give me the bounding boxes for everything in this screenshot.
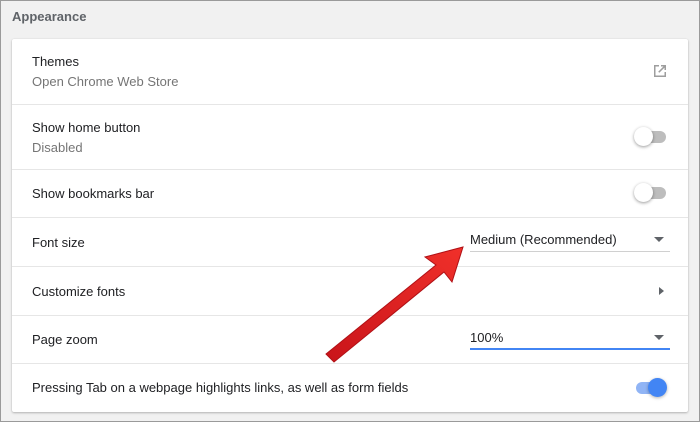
select-underline [470, 251, 670, 252]
toggle-knob [634, 127, 653, 146]
home-button-row: Show home button Disabled [12, 104, 688, 169]
section-title: Appearance [12, 9, 87, 24]
bookmarks-bar-label: Show bookmarks bar [32, 186, 155, 201]
font-size-value: Medium (Recommended) [470, 232, 617, 247]
bookmarks-bar-toggle[interactable] [634, 183, 666, 202]
bookmarks-bar-row: Show bookmarks bar [12, 169, 688, 217]
font-size-label: Font size [32, 235, 85, 250]
chevron-right-icon [659, 287, 664, 295]
themes-label: Themes [32, 54, 79, 69]
page-zoom-row: Page zoom 100% [12, 315, 688, 363]
appearance-card: Themes Open Chrome Web Store Show home b… [12, 39, 688, 412]
font-size-select[interactable]: Medium (Recommended) [470, 230, 670, 252]
home-button-toggle[interactable] [634, 127, 666, 146]
themes-sublabel: Open Chrome Web Store [32, 74, 179, 89]
dropdown-arrow-icon [654, 335, 664, 340]
tab-highlight-row: Pressing Tab on a webpage highlights lin… [12, 363, 688, 412]
tab-highlight-label: Pressing Tab on a webpage highlights lin… [32, 380, 409, 395]
open-in-new-icon[interactable] [652, 63, 668, 79]
toggle-knob [648, 378, 667, 397]
themes-row[interactable]: Themes Open Chrome Web Store [12, 39, 688, 104]
select-underline [470, 348, 670, 350]
home-button-status: Disabled [32, 140, 83, 155]
toggle-knob [634, 183, 653, 202]
page-zoom-label: Page zoom [32, 332, 98, 347]
tab-highlight-toggle[interactable] [634, 378, 667, 397]
home-button-label: Show home button [32, 120, 141, 135]
dropdown-arrow-icon [654, 237, 664, 242]
customize-fonts-label: Customize fonts [32, 284, 126, 299]
page-zoom-value: 100% [470, 330, 504, 345]
page-zoom-select[interactable]: 100% [470, 328, 670, 350]
font-size-row: Font size Medium (Recommended) [12, 217, 688, 266]
customize-fonts-row[interactable]: Customize fonts [12, 266, 688, 315]
settings-window: Appearance Themes Open Chrome Web Store … [0, 0, 700, 422]
